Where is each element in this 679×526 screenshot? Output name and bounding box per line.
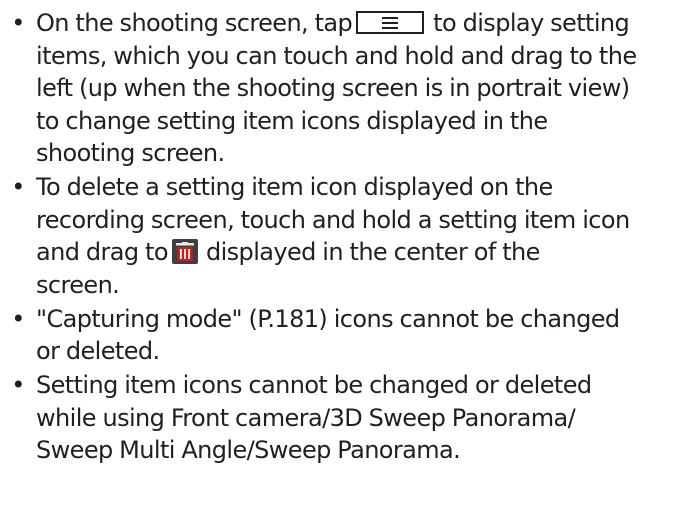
trash-can-icon — [171, 239, 198, 264]
text-line: left (up when the shooting screen is in … — [36, 74, 630, 102]
list-item: • "Capturing mode" (P.181) icons cannot … — [0, 303, 679, 368]
bullet-marker: • — [11, 9, 25, 37]
text-line: while using Front camera/3D Sweep Panora… — [36, 403, 576, 432]
list-item: • On the shooting screen, tap to display … — [0, 7, 679, 170]
text-line: On the shooting screen, tap to display se… — [36, 9, 630, 37]
list-item: • Setting item icons cannot be changed o… — [0, 369, 679, 467]
text-line: shooting screen. — [36, 139, 225, 167]
text-line: recording screen, touch and hold a setti… — [36, 205, 630, 234]
bullet-marker: • — [11, 304, 25, 333]
text-line: To delete a setting item icon displayed … — [36, 173, 553, 201]
note-list: • On the shooting screen, tap to display … — [0, 7, 679, 467]
document-page: • On the shooting screen, tap to display … — [0, 0, 679, 526]
bullet-marker: • — [11, 371, 25, 399]
text-line: Sweep Multi Angle/Sweep Panorama. — [36, 436, 461, 464]
list-item: • To delete a setting item icon displaye… — [0, 171, 679, 301]
text-line: Setting item icons cannot be changed or … — [36, 371, 592, 399]
text-line: screen. — [36, 270, 120, 299]
text-line: to change setting item icons displayed i… — [36, 106, 548, 135]
text-line: or deleted. — [36, 337, 160, 365]
bullet-marker: • — [11, 173, 25, 201]
menu-icon — [356, 11, 425, 34]
text-line: "Capturing mode" (P.181) icons cannot be… — [36, 304, 620, 333]
text-line: items, which you can touch and hold and … — [36, 41, 637, 70]
text-line: and drag to displayed in the center of th… — [36, 238, 540, 266]
